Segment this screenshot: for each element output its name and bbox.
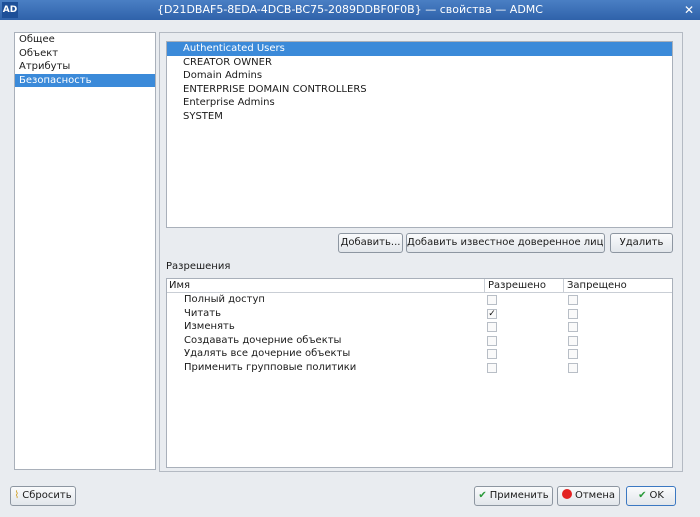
reset-button[interactable]: ⌇ Сбросить	[10, 486, 76, 506]
principal-list: Authenticated Users CREATOR OWNER Domain…	[166, 41, 673, 228]
allow-checkbox[interactable]: ✓	[487, 308, 497, 319]
tab-attributes[interactable]: Атрибуты	[15, 60, 155, 74]
column-header-name[interactable]: Имя	[169, 279, 190, 293]
apply-button[interactable]: ✔ Применить	[474, 486, 553, 506]
close-icon[interactable]: ✕	[681, 2, 697, 18]
add-well-known-principal-button[interactable]: Добавить известное доверенное лицо...	[406, 233, 605, 253]
list-item[interactable]: ENTERPRISE DOMAIN CONTROLLERS	[167, 83, 672, 97]
table-row[interactable]: Удалять все дочерние объекты	[167, 347, 672, 361]
deny-checkbox[interactable]	[568, 295, 578, 305]
table-row[interactable]: Читать ✓	[167, 307, 672, 321]
deny-checkbox[interactable]	[568, 349, 578, 360]
deny-checkbox[interactable]	[568, 322, 578, 333]
check-icon: ✔	[638, 490, 647, 501]
window-title: {D21DBAF5-8EDA-4DCB-BC75-2089DDBF0F0B} —…	[157, 3, 543, 16]
permission-name: Изменять	[184, 321, 235, 333]
column-header-denied[interactable]: Запрещено	[563, 279, 627, 293]
reset-label: Сбросить	[22, 490, 72, 501]
deny-checkbox[interactable]	[568, 308, 578, 319]
table-header: Имя Разрешено Запрещено	[167, 279, 672, 293]
permission-name: Читать	[184, 307, 222, 319]
cancel-label: Отмена	[574, 490, 616, 501]
add-principal-button[interactable]: Добавить...	[338, 233, 403, 253]
list-item[interactable]: SYSTEM	[167, 110, 672, 124]
allow-checkbox[interactable]	[487, 295, 497, 305]
allow-checkbox[interactable]	[487, 322, 497, 333]
table-row[interactable]: Создавать дочерние объекты	[167, 334, 672, 348]
table-row[interactable]: Полный доступ	[167, 293, 672, 307]
ok-button[interactable]: ✔ OK	[626, 486, 676, 506]
list-item[interactable]: Authenticated Users	[167, 42, 672, 56]
permission-name: Удалять все дочерние объекты	[184, 348, 351, 360]
permissions-caption: Разрешения	[166, 261, 231, 272]
permissions-rows: Полный доступ Читать ✓ Изменять Создавать до…	[167, 293, 672, 375]
apply-label: Применить	[489, 490, 549, 501]
permission-name: Применить групповые политики	[184, 361, 357, 373]
permissions-table: Имя Разрешено Запрещено Полный доступ Чит…	[166, 278, 673, 468]
title-bar[interactable]: AD {D21DBAF5-8EDA-4DCB-BC75-2089DDBF0F0B…	[0, 0, 700, 20]
permission-name: Полный доступ	[184, 294, 265, 305]
allow-checkbox[interactable]	[487, 335, 497, 346]
deny-checkbox[interactable]	[568, 335, 578, 346]
list-item[interactable]: CREATOR OWNER	[167, 56, 672, 70]
permission-name: Создавать дочерние объекты	[184, 334, 342, 346]
deny-checkbox[interactable]	[568, 362, 578, 373]
tab-list: Общее Объект Атрибуты Безопасность	[14, 32, 156, 470]
list-item[interactable]: Domain Admins	[167, 69, 672, 83]
tab-general[interactable]: Общее	[15, 33, 155, 47]
check-icon: ✔	[478, 490, 487, 501]
cancel-button[interactable]: Отмена	[557, 486, 620, 506]
remove-principal-button[interactable]: Удалить	[610, 233, 673, 253]
list-item[interactable]: Enterprise Admins	[167, 96, 672, 110]
tab-object[interactable]: Объект	[15, 47, 155, 61]
ok-label: OK	[649, 490, 664, 501]
stop-icon	[561, 489, 572, 499]
allow-checkbox[interactable]	[487, 362, 497, 373]
table-row[interactable]: Изменять	[167, 320, 672, 334]
column-header-allowed[interactable]: Разрешено	[484, 279, 546, 293]
broom-icon: ⌇	[14, 490, 20, 501]
allow-checkbox[interactable]	[487, 349, 497, 360]
tab-security[interactable]: Безопасность	[15, 73, 155, 87]
table-row[interactable]: Применить групповые политики	[167, 361, 672, 375]
